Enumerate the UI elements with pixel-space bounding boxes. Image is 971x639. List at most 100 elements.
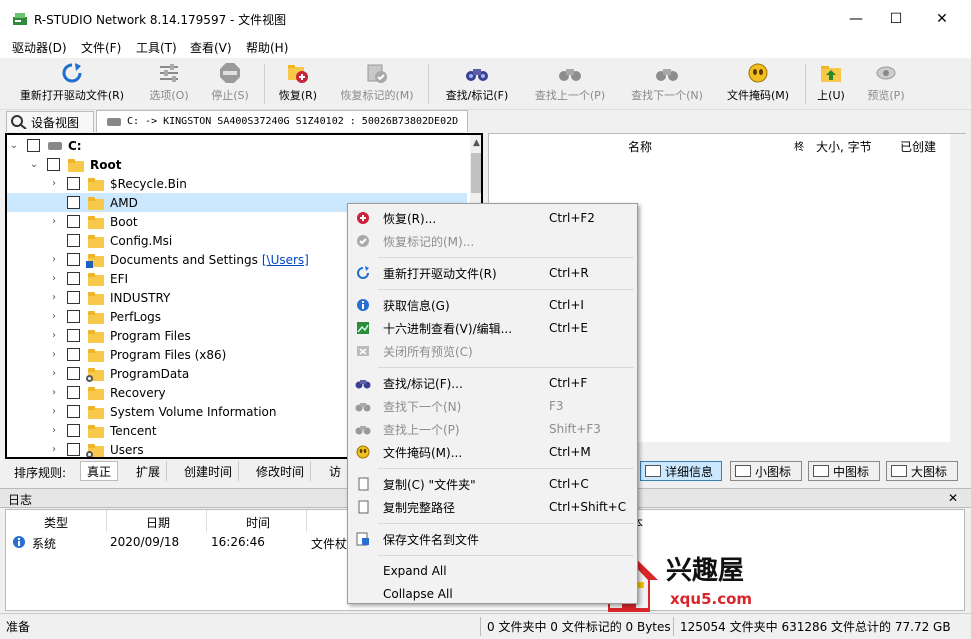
stop-button[interactable]: 停止(S) [205,62,255,108]
expand-icon[interactable]: › [49,311,59,322]
small-icons-view-icon [735,465,751,477]
recover-marked-button[interactable]: 恢复标记的(M) [336,62,418,108]
hex-view-icon [355,320,371,336]
find-next-button[interactable]: 查找下一个(N) [626,62,708,108]
view-small-icons-button[interactable]: 小图标 [730,461,802,481]
scroll-up-icon[interactable]: ▲ [473,138,480,148]
recover-icon [355,210,371,226]
column-attr[interactable]: 柊 [794,138,804,153]
menu-view[interactable]: 查看(V) [190,39,232,56]
tab-device-view[interactable]: 设备视图 [6,111,94,132]
status-ready: 准备 [6,620,31,634]
file-list-vertical-scrollbar[interactable] [950,134,966,459]
folder-icon [88,329,104,343]
tree-item-link[interactable]: [\Users] [262,253,309,267]
tree-checkbox[interactable] [67,424,80,437]
tree-item[interactable]: › $Recycle.Bin [7,174,467,193]
tree-checkbox[interactable] [67,405,80,418]
column-size[interactable]: 大小, 字节 [816,138,872,155]
maximize-button[interactable]: ☐ [873,0,919,38]
collapse-icon[interactable]: ⌄ [29,159,39,170]
expand-icon[interactable]: › [49,406,59,417]
expand-icon[interactable]: › [49,178,59,189]
tree-checkbox[interactable] [67,272,80,285]
expand-icon[interactable]: › [49,254,59,265]
view-details-button[interactable]: 详细信息 [640,461,722,481]
tree-checkbox[interactable] [67,386,80,399]
log-close-icon[interactable]: ✕ [948,491,958,505]
tree-checkbox[interactable] [67,291,80,304]
context-menu-item[interactable]: 恢复(R)... Ctrl+F2 [350,207,635,229]
reopen-drive-files-button[interactable]: 重新打开驱动文件(R) [14,62,130,108]
menu-help[interactable]: 帮助(H) [246,39,288,56]
context-menu-item[interactable]: 查找上一个(P) Shift+F3 [350,418,635,440]
menu-file[interactable]: 文件(F) [81,39,121,56]
preview-button[interactable]: 预览(P) [862,62,910,108]
tree-checkbox[interactable] [67,215,80,228]
folder-icon [86,367,104,382]
sort-tab-extension[interactable]: 扩展 [130,461,168,481]
tree-checkbox[interactable] [67,367,80,380]
context-menu-item[interactable]: 查找下一个(N) F3 [350,395,635,417]
tree-checkbox[interactable] [27,139,40,152]
menu-drives[interactable]: 驱动器(D) [12,39,67,56]
expand-icon[interactable]: › [49,387,59,398]
column-created[interactable]: 已创建 [900,138,936,155]
find-previous-button[interactable]: 查找上一个(P) [529,62,611,108]
context-menu-item[interactable]: Expand All [350,560,635,582]
expand-icon[interactable]: › [49,444,59,455]
expand-icon[interactable]: › [49,425,59,436]
context-menu-item[interactable]: 查找/标记(F)... Ctrl+F [350,372,635,394]
tab-file-view[interactable]: C: -> KINGSTON SA400S37240G S1Z40102 : 5… [96,110,468,132]
collapse-icon[interactable]: ⌄ [9,140,19,151]
tree-checkbox[interactable] [67,234,80,247]
expand-icon[interactable]: › [49,330,59,341]
log-column-date[interactable]: 日期 [146,514,170,531]
tree-checkbox[interactable] [47,158,60,171]
context-menu-item[interactable]: 恢复标记的(M)... [350,230,635,252]
expand-icon[interactable]: › [49,273,59,284]
sort-tab-modified[interactable]: 修改时间 [250,461,312,481]
tree-root-node[interactable]: ⌄ Root [7,155,467,174]
recover-button[interactable]: 恢复(R) [274,62,322,108]
context-menu-item[interactable]: 文件掩码(M)... Ctrl+M [350,441,635,463]
tree-checkbox[interactable] [67,253,80,266]
column-name[interactable]: 名称 [628,138,652,155]
log-column-time[interactable]: 时间 [246,514,270,531]
options-button[interactable]: 选项(O) [146,62,192,108]
tree-checkbox[interactable] [67,310,80,323]
tree-checkbox[interactable] [67,177,80,190]
view-large-icons-button[interactable]: 大图标 [886,461,958,481]
up-button[interactable]: 上(U) [813,62,849,108]
context-menu-item[interactable]: 十六进制查看(V)/编辑... Ctrl+E [350,317,635,339]
scrollbar-thumb[interactable] [471,153,481,193]
expand-icon[interactable]: › [49,292,59,303]
context-menu-item[interactable]: 复制完整路径 Ctrl+Shift+C [350,496,635,518]
close-button[interactable]: ✕ [919,0,965,38]
tree-drive-node[interactable]: ⌄ C: [7,136,467,155]
tree-checkbox[interactable] [67,329,80,342]
context-menu-item[interactable]: 获取信息(G) Ctrl+I [350,294,635,316]
log-column-type[interactable]: 类型 [44,514,68,531]
menu-item-label: Expand All [383,564,447,578]
context-menu-item[interactable]: 保存文件名到文件 [350,528,635,550]
menu-tools[interactable]: 工具(T) [136,39,177,56]
file-mask-button[interactable]: 文件掩码(M) [723,62,793,108]
sort-tab-real[interactable]: 真正 [80,461,119,481]
context-menu-item[interactable]: 复制(C) "文件夹" Ctrl+C [350,473,635,495]
tree-checkbox[interactable] [67,443,80,456]
close-icon: ✕ [936,11,948,27]
sort-tab-created[interactable]: 创建时间 [178,461,240,481]
expand-icon[interactable]: › [49,349,59,360]
minimize-icon: — [849,11,863,27]
context-menu-item[interactable]: 关闭所有预览(C) [350,340,635,362]
expand-icon[interactable]: › [49,368,59,379]
tree-checkbox[interactable] [67,348,80,361]
sort-tab-accessed[interactable]: 访 [323,461,347,481]
tree-checkbox[interactable] [67,196,80,209]
expand-icon[interactable]: › [49,216,59,227]
find-mark-button[interactable]: 查找/标记(F) [439,62,515,108]
context-menu-item[interactable]: 重新打开驱动文件(R) Ctrl+R [350,262,635,284]
context-menu-item[interactable]: Collapse All [350,583,635,605]
view-medium-icons-button[interactable]: 中图标 [808,461,880,481]
